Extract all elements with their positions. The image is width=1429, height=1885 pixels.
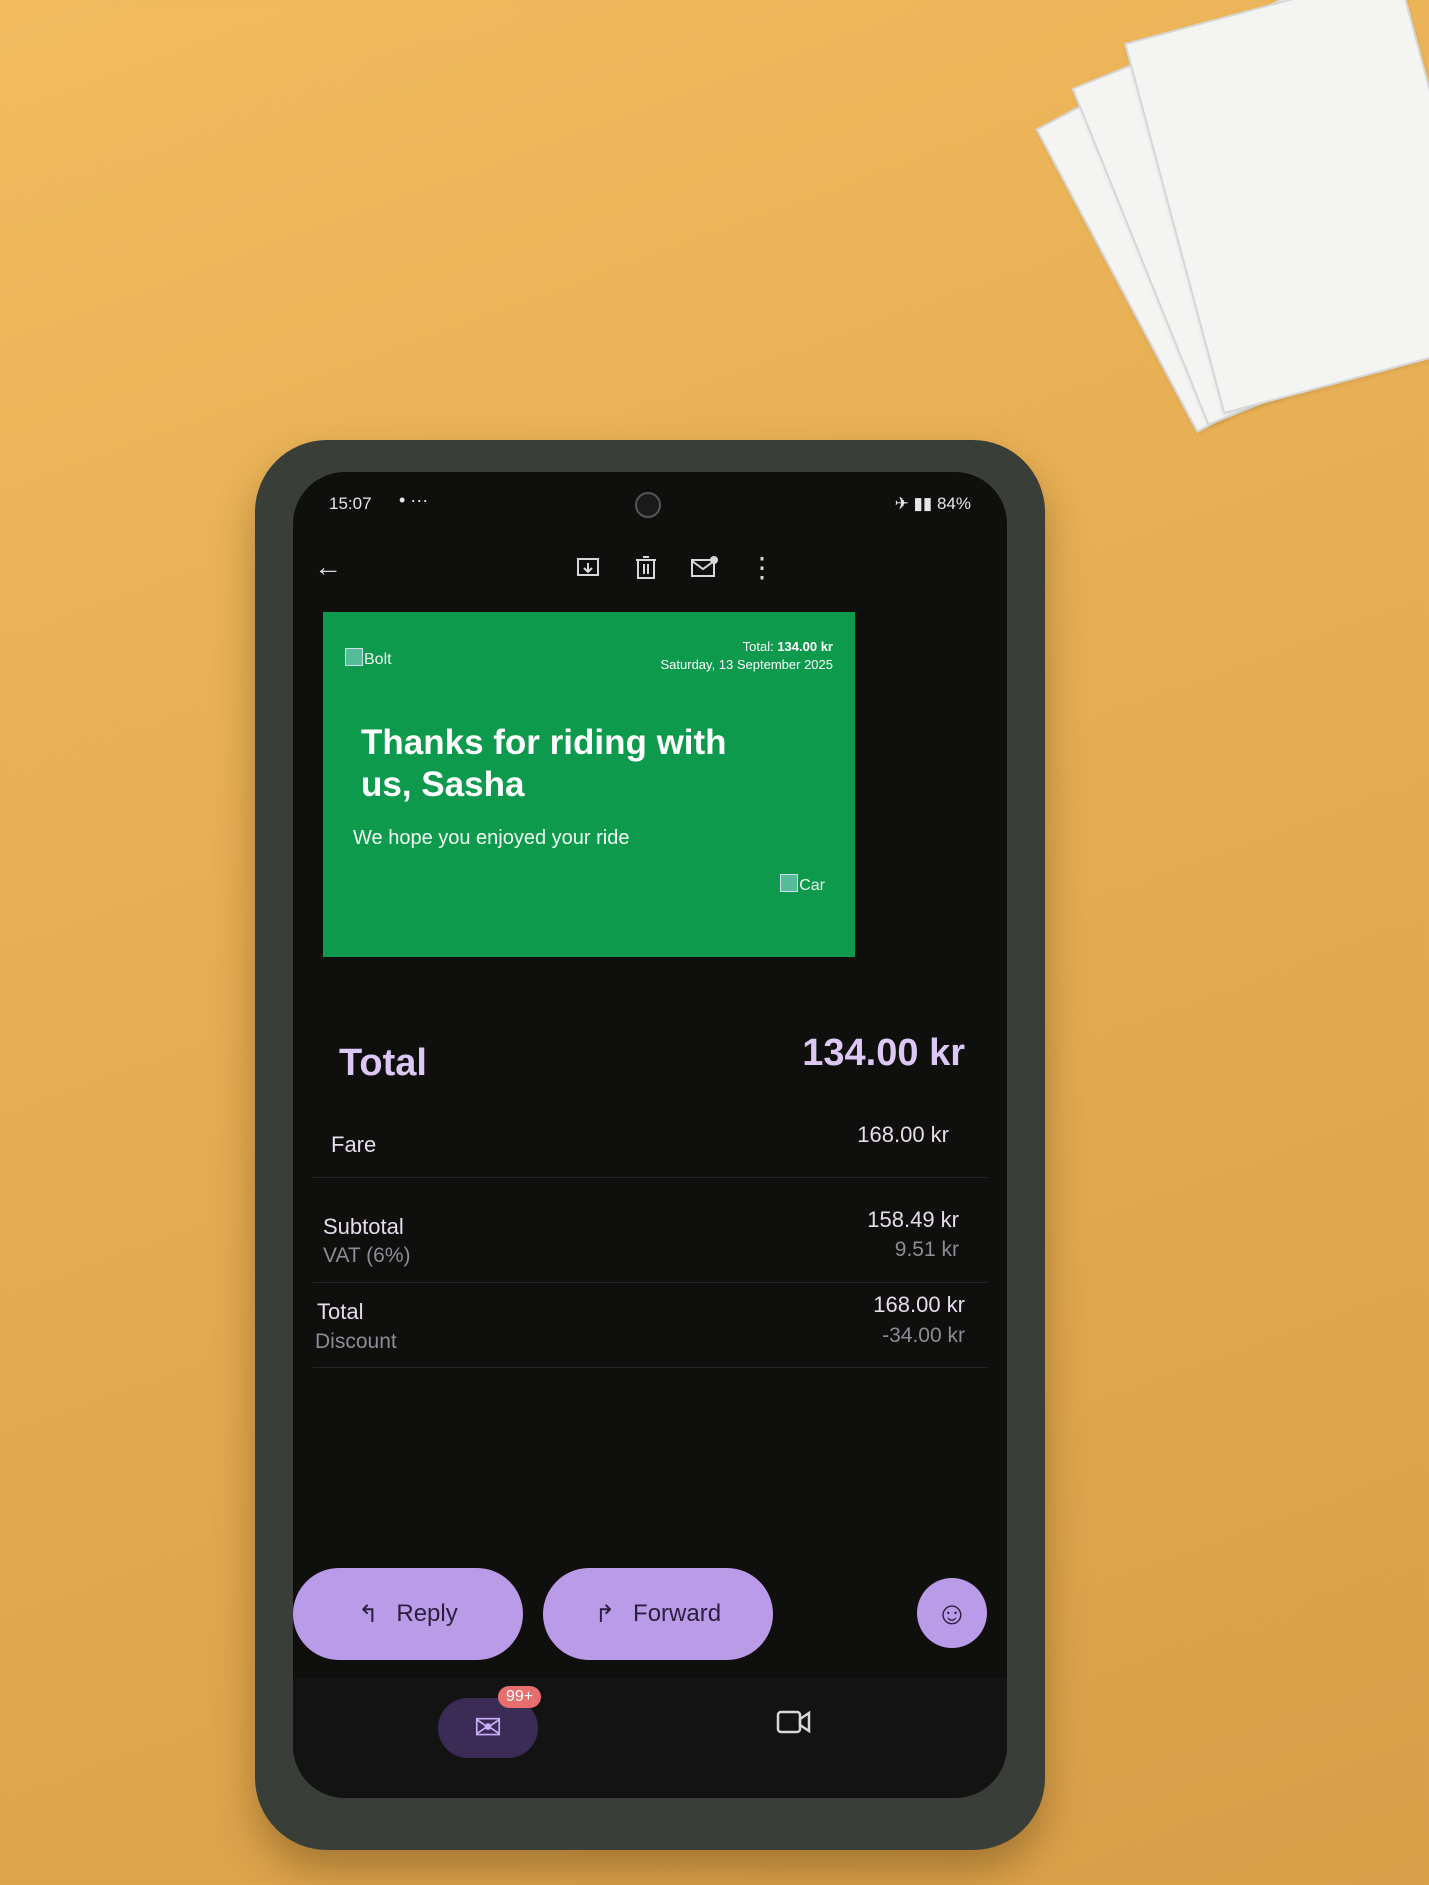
hero-subtitle: We hope you enjoyed your ride [353,827,630,849]
unread-badge: 99+ [498,1686,542,1708]
vat-label: VAT (6%) [323,1244,411,1267]
hero-date: Saturday, 13 September 2025 [660,657,834,672]
video-camera-icon [776,1710,811,1734]
discount-label: Discount [315,1330,397,1353]
email-toolbar: ← ⋮ [293,542,1007,602]
bolt-logo: Bolt [345,648,392,669]
divider [313,1367,987,1368]
vat-value: 9.51 kr [894,1238,959,1261]
total2-label: Total [317,1299,364,1324]
broken-image-icon [780,874,799,892]
receipt-hero-banner: Bolt Total: 134.00 kr Saturday, 13 Septe… [323,612,855,957]
fare-label: Fare [331,1132,377,1157]
forward-label: Forward [633,1600,722,1627]
reply-icon: ↰ [358,1600,379,1628]
total2-value: 168.00 kr [873,1292,965,1317]
mark-unread-icon[interactable] [687,550,721,584]
status-notifications: • ··· [399,490,429,510]
smiley-icon: ☺ [935,1594,969,1631]
car-image: Car [780,874,825,895]
divider [313,1177,987,1178]
nav-meet-tab[interactable] [776,1706,812,1745]
phone: 15:07 • ··· ✈ ▮▮ 84% ← ⋮ Bolt Total: 134… [255,440,1045,1850]
broken-image-icon [345,648,363,666]
total-label: Total [339,1042,427,1084]
hero-total-block: Total: 134.00 kr Saturday, 13 September … [661,638,834,674]
discount-value: -34.00 kr [882,1324,965,1347]
forward-button[interactable]: ↱ Forward [543,1568,773,1660]
phone-screen: 15:07 • ··· ✈ ▮▮ 84% ← ⋮ Bolt Total: 134… [293,472,1007,1798]
paper-stack [1035,0,1429,510]
hero-total-label: Total: [742,639,774,654]
emoji-reaction-button[interactable]: ☺ [917,1578,987,1648]
trash-icon[interactable] [629,550,663,584]
archive-icon[interactable] [571,550,605,584]
total-value: 134.00 kr [802,1032,965,1074]
fare-value: 168.00 kr [857,1122,949,1147]
bottom-navigation: ✉ 99+ [293,1678,1007,1798]
subtotal-value: 158.49 kr [867,1207,959,1232]
more-vert-icon[interactable]: ⋮ [745,550,779,584]
front-camera [635,492,661,518]
mail-icon: ✉ [473,1709,503,1747]
logo-alt-text: Bolt [364,651,392,668]
status-time: 15:07 [329,494,372,513]
status-bar: 15:07 • ··· ✈ ▮▮ 84% [329,490,971,518]
reply-label: Reply [396,1600,458,1627]
car-alt-text: Car [799,877,825,894]
status-battery: ✈ ▮▮ 84% [894,494,971,513]
hero-title: Thanks for riding with us, Sasha [361,723,727,804]
arrow-left-icon[interactable]: ← [311,550,345,584]
email-actions: ↰ Reply ↱ Forward ☺ [293,1568,1007,1668]
subtotal-label: Subtotal [323,1214,404,1239]
reply-button[interactable]: ↰ Reply [293,1568,523,1660]
divider [313,1282,987,1283]
forward-icon: ↱ [594,1600,616,1628]
hero-total-value: 134.00 kr [777,639,833,654]
